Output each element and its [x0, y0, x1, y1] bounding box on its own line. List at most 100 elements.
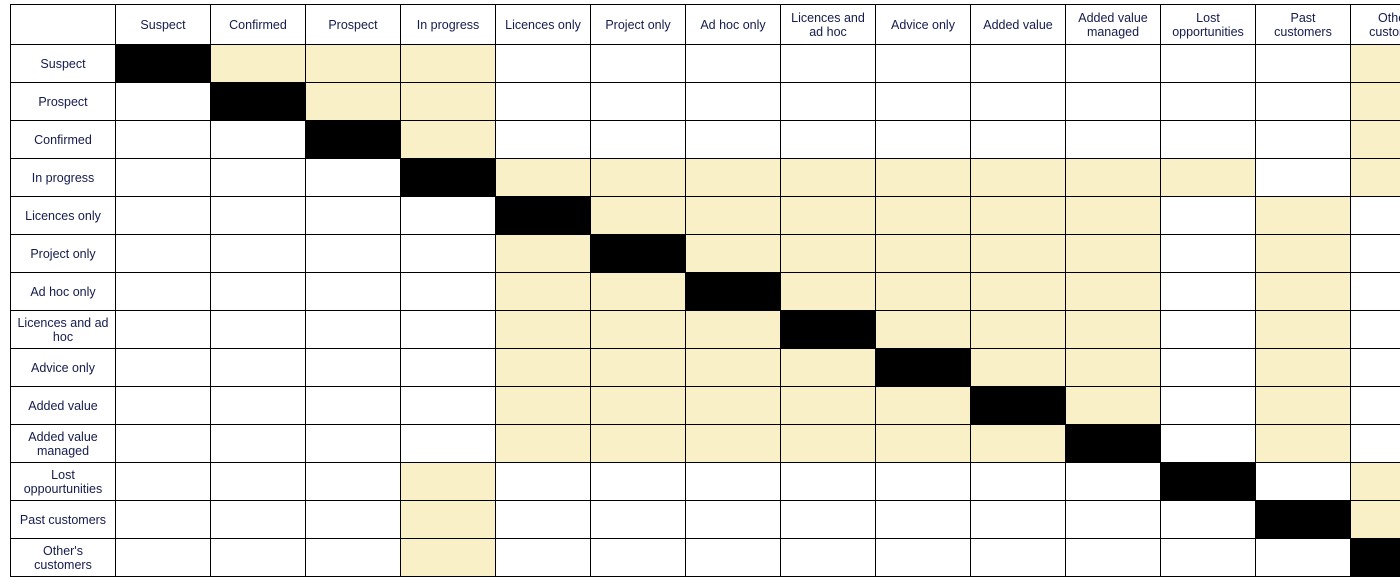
matrix-cell	[1066, 539, 1161, 577]
matrix-cell	[1256, 197, 1351, 235]
matrix-cell	[591, 83, 686, 121]
matrix-cell	[971, 235, 1066, 273]
matrix-cell	[306, 425, 401, 463]
matrix-cell	[1066, 273, 1161, 311]
row-header: In progress	[11, 159, 116, 197]
matrix-cell	[876, 311, 971, 349]
matrix-cell	[116, 83, 211, 121]
matrix-cell	[876, 121, 971, 159]
matrix-cell	[1161, 501, 1256, 539]
matrix-cell	[591, 235, 686, 273]
matrix-cell	[306, 501, 401, 539]
matrix-cell	[591, 197, 686, 235]
matrix-cell	[116, 387, 211, 425]
column-header: Project only	[591, 5, 686, 45]
matrix-cell	[1351, 501, 1400, 539]
matrix-cell	[401, 311, 496, 349]
matrix-cell	[591, 387, 686, 425]
column-header: Licences and ad hoc	[781, 5, 876, 45]
table-row: Licences and ad hoc	[11, 311, 1400, 349]
matrix-cell	[1161, 539, 1256, 577]
matrix-cell	[1066, 387, 1161, 425]
matrix-cell	[496, 45, 591, 83]
column-header: Other's customers	[1351, 5, 1400, 45]
matrix-cell	[401, 45, 496, 83]
matrix-cell	[971, 197, 1066, 235]
matrix-cell	[306, 197, 401, 235]
matrix-cell	[211, 197, 306, 235]
column-header: Advice only	[876, 5, 971, 45]
matrix-cell	[1351, 425, 1400, 463]
matrix-cell	[1256, 501, 1351, 539]
matrix-cell	[496, 539, 591, 577]
matrix-cell	[1256, 235, 1351, 273]
matrix-cell	[116, 121, 211, 159]
matrix-cell	[1351, 539, 1400, 577]
matrix-cell	[971, 387, 1066, 425]
column-header: In progress	[401, 5, 496, 45]
matrix-cell	[971, 159, 1066, 197]
matrix-cell	[306, 349, 401, 387]
matrix-cell	[686, 273, 781, 311]
matrix-cell	[591, 45, 686, 83]
matrix-cell	[1256, 83, 1351, 121]
matrix-cell	[116, 45, 211, 83]
table-row: Past customers	[11, 501, 1400, 539]
matrix-cell	[1256, 273, 1351, 311]
row-header: Added value	[11, 387, 116, 425]
matrix-cell	[686, 311, 781, 349]
matrix-cell	[1066, 311, 1161, 349]
matrix-cell	[496, 235, 591, 273]
matrix-cell	[1351, 235, 1400, 273]
table-row: Confirmed	[11, 121, 1400, 159]
matrix-cell	[401, 463, 496, 501]
matrix-cell	[781, 235, 876, 273]
matrix-cell	[1256, 121, 1351, 159]
matrix-cell	[306, 273, 401, 311]
matrix-cell	[211, 463, 306, 501]
matrix-cell	[781, 45, 876, 83]
matrix-cell	[781, 83, 876, 121]
matrix-cell	[1161, 197, 1256, 235]
matrix-cell	[781, 463, 876, 501]
matrix-cell	[1351, 311, 1400, 349]
table-row: Lost oppourtunities	[11, 463, 1400, 501]
matrix-cell	[1256, 45, 1351, 83]
matrix-cell	[401, 425, 496, 463]
matrix-cell	[1161, 83, 1256, 121]
matrix-cell	[1256, 311, 1351, 349]
matrix-cell	[211, 501, 306, 539]
matrix-cell	[306, 159, 401, 197]
matrix-cell	[401, 235, 496, 273]
matrix-cell	[211, 159, 306, 197]
matrix-cell	[1256, 387, 1351, 425]
matrix-cell	[401, 349, 496, 387]
matrix-cell	[876, 387, 971, 425]
matrix-cell	[1066, 425, 1161, 463]
matrix-cell	[971, 539, 1066, 577]
matrix-cell	[686, 235, 781, 273]
matrix-cell	[686, 45, 781, 83]
matrix-cell	[1066, 121, 1161, 159]
matrix-cell	[1066, 349, 1161, 387]
matrix-cell	[971, 425, 1066, 463]
column-header: Lost opportunities	[1161, 5, 1256, 45]
matrix-cell	[211, 83, 306, 121]
row-header: Other's customers	[11, 539, 116, 577]
row-header: Suspect	[11, 45, 116, 83]
matrix-cell	[781, 387, 876, 425]
row-header: Confirmed	[11, 121, 116, 159]
matrix-cell	[591, 311, 686, 349]
matrix-cell	[781, 273, 876, 311]
matrix-cell	[1066, 197, 1161, 235]
row-header: Ad hoc only	[11, 273, 116, 311]
matrix-cell	[1161, 121, 1256, 159]
column-header: Licences only	[496, 5, 591, 45]
matrix-cell	[1066, 83, 1161, 121]
matrix-cell	[1066, 501, 1161, 539]
table-row: Advice only	[11, 349, 1400, 387]
row-header: Advice only	[11, 349, 116, 387]
matrix-cell	[116, 463, 211, 501]
matrix-cell	[496, 197, 591, 235]
matrix-cell	[971, 501, 1066, 539]
